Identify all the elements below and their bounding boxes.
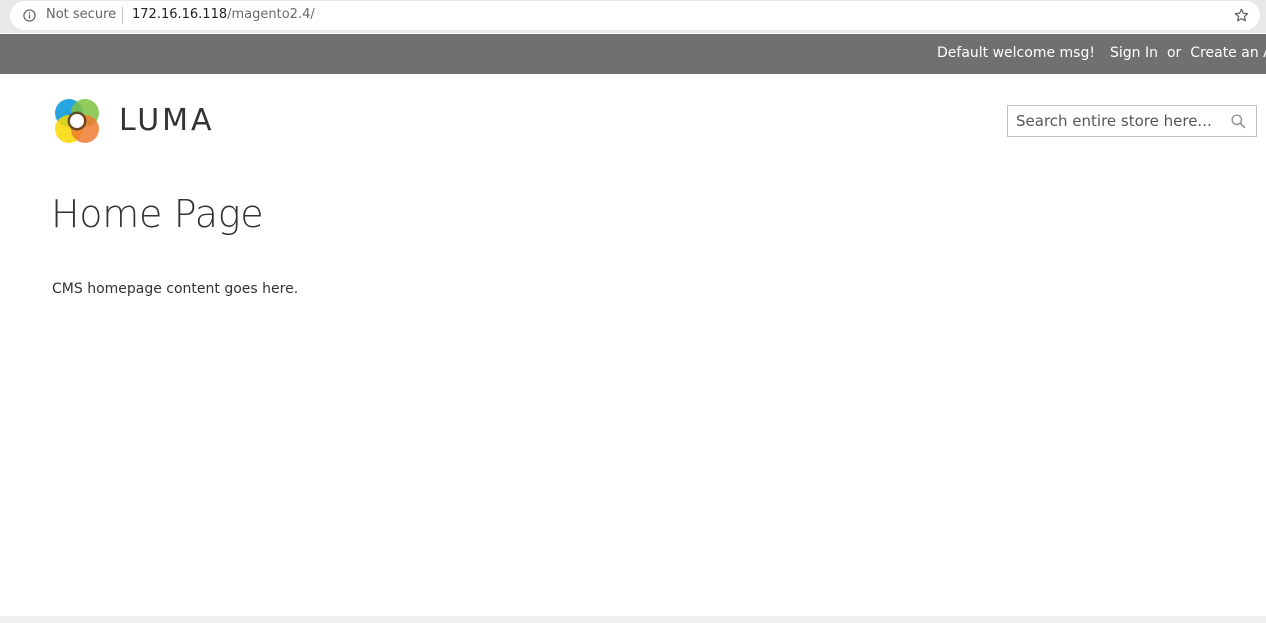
star-icon[interactable] (1233, 7, 1250, 24)
search-icon[interactable] (1230, 113, 1247, 130)
search-input[interactable] (1008, 106, 1223, 136)
info-icon[interactable] (23, 9, 36, 22)
sign-in-link[interactable]: Sign In (1110, 45, 1158, 61)
security-status[interactable]: Not secure (46, 7, 116, 22)
or-separator: or (1166, 45, 1182, 61)
url-text[interactable]: 172.16.16.118/magento2.4/ (132, 7, 315, 22)
panel-header: Default welcome msg! Sign In or Create an A… (0, 34, 1266, 74)
address-bar[interactable]: Not secure 172.16.16.118/magento2.4/ (10, 1, 1260, 30)
search-box (1007, 105, 1257, 137)
browser-toolbar: Not secure 172.16.16.118/magento2.4/ (0, 0, 1266, 33)
page-title: Home Page (51, 192, 264, 236)
welcome-message: Default welcome msg! (937, 45, 1095, 61)
url-divider (122, 7, 123, 24)
header-links: Default welcome msg! Sign In or Create an A… (937, 45, 1266, 61)
logo-text: LUMA (119, 103, 215, 138)
cms-content: CMS homepage content goes here. (52, 281, 299, 297)
url-host: 172.16.16.118 (132, 7, 228, 22)
luma-logo-icon (55, 99, 99, 143)
url-path: /magento2.4/ (227, 7, 315, 22)
store-logo[interactable]: LUMA (52, 96, 222, 146)
create-account-link[interactable]: Create an Account (1190, 45, 1266, 61)
footer-strip (0, 616, 1266, 623)
